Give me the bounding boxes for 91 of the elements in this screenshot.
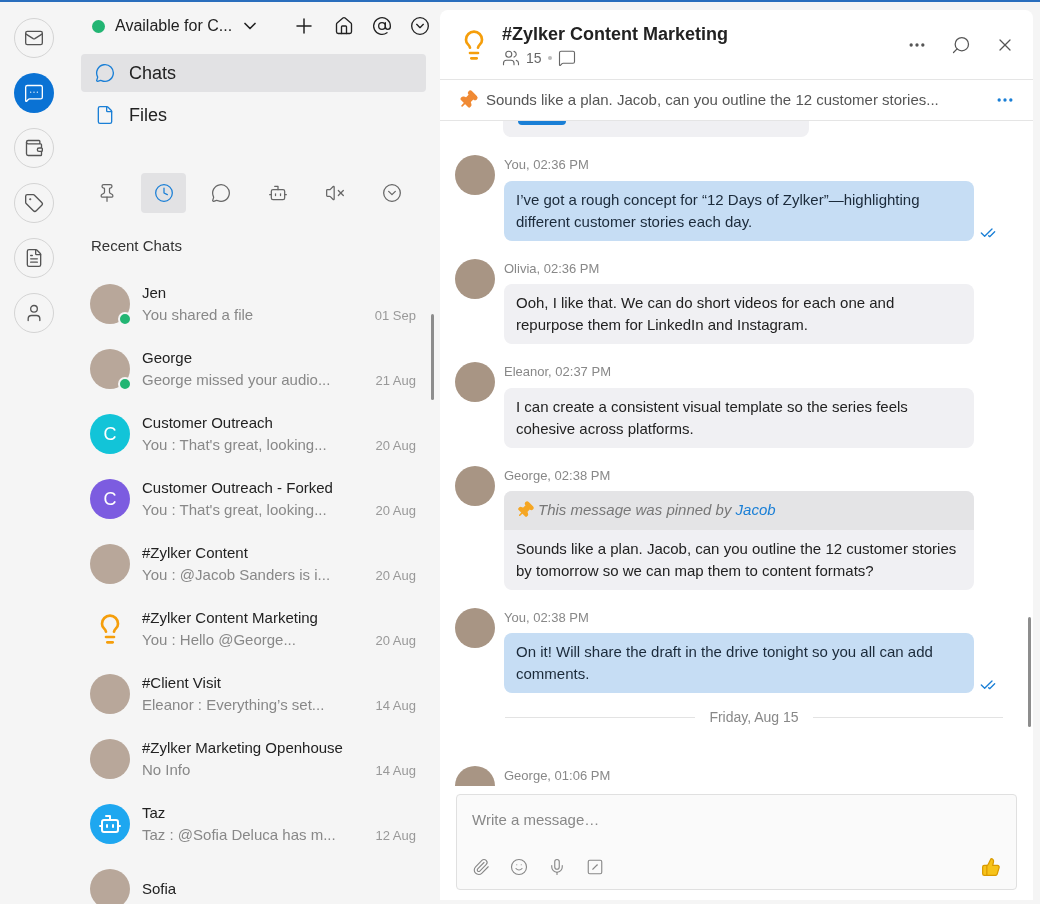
date-divider: Friday, Aug 15	[709, 708, 799, 727]
microphone-icon[interactable]	[548, 858, 566, 876]
chat-name: #Client Visit	[142, 672, 222, 693]
chat-title: #Zylker Content Marketing	[502, 22, 729, 46]
avatar-photo-placeholder	[90, 869, 130, 904]
status-dropdown[interactable]: Available for C...	[115, 14, 261, 38]
chat-name: Jen	[142, 282, 168, 303]
chat-list-item[interactable]: #Zylker Content You : @Jacob Sanders is i... 20 Aug	[90, 531, 426, 597]
chat-name: Taz	[142, 802, 167, 823]
chat-name: #Zylker Content	[142, 542, 249, 563]
members-icon[interactable]	[502, 49, 520, 67]
date-text: 12 Aug	[375, 826, 416, 845]
message-preview: You : Hello @George...	[142, 630, 296, 650]
chat-bubble-icon	[95, 63, 115, 83]
avatar-photo-placeholder	[90, 284, 130, 324]
avatar-photo-placeholder	[455, 155, 495, 195]
message-preview: George missed your audio...	[142, 370, 331, 390]
chat-name: #Zylker Content Marketing	[142, 607, 319, 628]
message-preview: You shared a file	[142, 305, 254, 325]
scrollbar[interactable]	[1028, 617, 1031, 727]
slash-command-icon[interactable]	[586, 858, 604, 876]
nav-item[interactable]: Files	[81, 96, 426, 134]
avatar-photo-placeholder	[90, 544, 130, 584]
date-text: 01 Sep	[374, 306, 416, 325]
message-text: Sounds like a plan. Jacob, can you outline the 12 customer stories by tomorrow so we can map them to content formats?	[515, 538, 958, 581]
nav-item[interactable]: Chats	[81, 54, 426, 92]
search-icon[interactable]	[951, 34, 971, 55]
scrollbar[interactable]	[431, 314, 434, 400]
chat-list-item[interactable]: George George missed your audio... 21 Aug	[90, 336, 426, 402]
message-preview: No Info	[142, 760, 191, 780]
mention-icon[interactable]	[372, 16, 393, 36]
message-preview: You : That's great, looking...	[142, 435, 327, 455]
message-text: I can create a consistent visual template so the series feels cohesive across platforms.	[515, 396, 909, 439]
avatar-photo-placeholder	[90, 674, 130, 714]
robot-avatar	[90, 804, 130, 844]
date-text: 14 Aug	[375, 696, 416, 715]
avatar-photo-placeholder	[90, 739, 130, 779]
message-input[interactable]: Write a message…	[472, 809, 1001, 832]
date-text: 20 Aug	[375, 501, 416, 520]
sender-time: You, 02:36 PM	[504, 156, 590, 174]
date-text: 20 Aug	[375, 566, 416, 585]
chat-list-item[interactable]: #Zylker Content Marketing You : Hello @George... 20 Aug	[90, 596, 426, 662]
chat-list-item[interactable]: C Customer Outreach - Forked You : That's great, looking... 20 Aug	[90, 466, 426, 532]
thumbs-up-icon[interactable]	[981, 857, 1001, 877]
sender-time: Olivia, 02:36 PM	[504, 259, 601, 278]
message-composer[interactable]: Write a message…	[456, 794, 1017, 890]
date-text: 21 Aug	[375, 371, 416, 390]
avatar-photo-placeholder	[455, 258, 495, 299]
message-text: On it! Will share the draft in the drive tonight so you all can add comments.	[515, 642, 934, 684]
section-heading: Recent Chats	[91, 236, 183, 256]
chat-list-item[interactable]: #Zylker Marketing Openhouse No Info 14 Aug	[90, 726, 426, 792]
sender-time: George, 02:38 PM	[504, 466, 612, 485]
message-preview: You : @Jacob Sanders is i...	[142, 565, 331, 585]
sender-time: You, 02:38 PM	[504, 608, 590, 627]
chat-list-item[interactable]: C Customer Outreach You : That's great, looking... 20 Aug	[90, 401, 426, 467]
emoji-icon[interactable]	[510, 858, 528, 876]
message-preview: Eleanor : Everything’s set...	[142, 695, 325, 715]
message-text: Ooh, I like that. We can do short videos for each one and repurpose them for LinkedIn and Instagram.	[515, 293, 896, 335]
clock-icon[interactable]	[141, 173, 186, 213]
letter-avatar: C	[90, 414, 130, 454]
sender-time: Eleanor, 02:37 PM	[504, 363, 612, 381]
chat-name: #Zylker Marketing Openhouse	[142, 737, 344, 758]
chat-list-item[interactable]: Taz Taz : @Sofia Deluca has m... 12 Aug	[90, 791, 426, 857]
chat-icon[interactable]	[14, 73, 54, 113]
avatar-photo-placeholder	[455, 607, 495, 648]
letter-avatar: C	[90, 479, 130, 519]
chat-name: Sofia	[142, 878, 178, 899]
date-text: 20 Aug	[375, 436, 416, 455]
pin-notice: This message was pinned by Jacob	[538, 500, 776, 520]
member-count: 15	[526, 48, 542, 68]
message-preview: Taz : @Sofia Deluca has m...	[142, 825, 336, 845]
attachment-icon[interactable]	[472, 858, 490, 876]
chat-list-item[interactable]: #Client Visit Eleanor : Everything’s set... 14 Aug	[90, 661, 426, 727]
date-text: 14 Aug	[375, 761, 416, 780]
home-icon[interactable]	[334, 16, 355, 36]
sender-time: George, 01:06 PM	[504, 767, 612, 785]
avatar-photo-placeholder	[455, 362, 495, 402]
pinned-message[interactable]: Sounds like a plan. Jacob, can you outline the 12 customer stories...	[486, 88, 939, 112]
chat-name: George	[142, 347, 194, 368]
message-text: I’ve got a rough concept for “12 Days of Zylker”—highlighting different customer stories each day.	[515, 189, 921, 232]
chat-name: Customer Outreach - Forked	[142, 477, 334, 498]
thread-icon[interactable]	[557, 49, 576, 67]
avatar-photo-placeholder	[90, 349, 130, 389]
message-preview: You : That's great, looking...	[142, 500, 327, 520]
avatar-photo-placeholder	[455, 465, 495, 506]
date-text: 20 Aug	[375, 631, 416, 650]
chevron-circle-icon[interactable]	[410, 16, 431, 36]
chat-list-item[interactable]: Jen You shared a file 01 Sep	[90, 271, 426, 337]
chat-list-item[interactable]: Sofia	[90, 856, 426, 904]
chat-name: Customer Outreach	[142, 412, 274, 433]
file-icon	[95, 105, 115, 125]
